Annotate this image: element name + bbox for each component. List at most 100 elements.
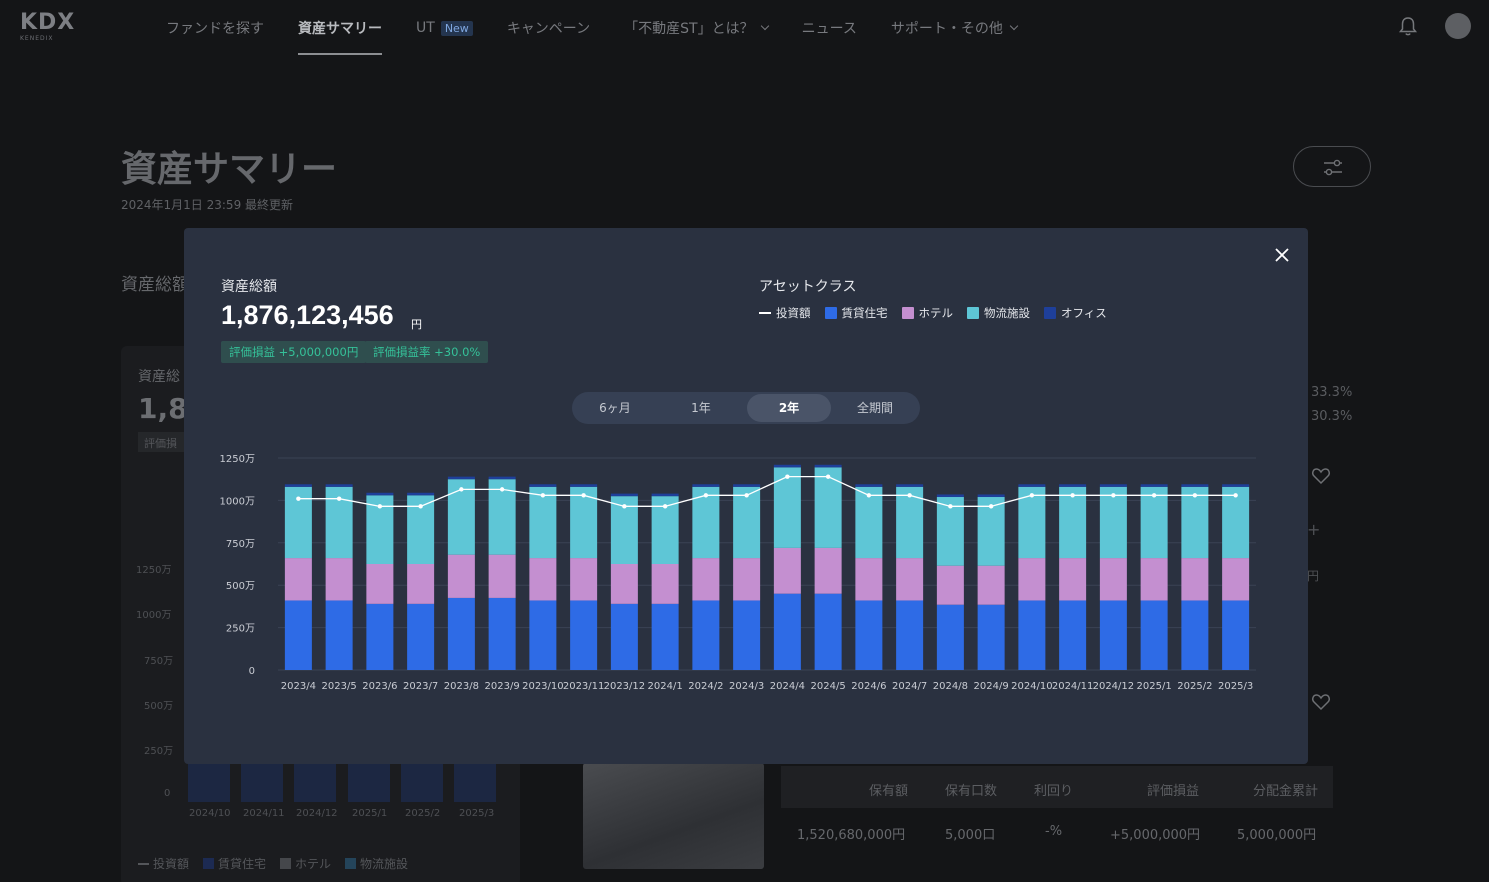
bar-segment <box>1181 600 1209 670</box>
bar-segment <box>284 600 312 670</box>
nav-about-st[interactable]: 「不動産ST」とは？ <box>624 0 769 56</box>
bar-segment <box>1222 486 1250 559</box>
bar-segment <box>855 600 883 670</box>
asset-stacked-bar-chart: 0 250万 500万 750万 1000万 1250万 2023/4 2023/5 2023/… <box>220 454 1256 692</box>
bar-segment <box>977 565 1005 605</box>
bar-segment <box>733 484 761 487</box>
property-photo[interactable] <box>583 763 764 869</box>
bar-segment <box>407 564 435 604</box>
investment-point <box>662 504 668 509</box>
heart-icon[interactable] <box>1311 692 1331 712</box>
x-tick-label: 2024/12 <box>1093 681 1135 692</box>
bar-segment <box>529 486 557 559</box>
bg-x-label: 2024/11 <box>243 808 285 819</box>
main-nav: ファンドを探す 資産サマリー UT New キャンペーン 「不動産ST」とは？ ニ… <box>166 0 1051 56</box>
bell-icon[interactable] <box>1397 15 1419 37</box>
nav-asset-summary[interactable]: 資産サマリー <box>298 0 382 56</box>
bar-segment <box>284 558 312 601</box>
last-updated: 2024年1月1日 23:59 最終更新 <box>121 198 294 212</box>
investment-point <box>948 504 953 509</box>
x-tick-label: 2024/4 <box>770 681 805 692</box>
chevron-down-icon <box>760 21 769 31</box>
x-tick-label: 2024/1 <box>648 681 683 692</box>
bar-segment <box>773 547 801 594</box>
avatar[interactable] <box>1445 13 1471 39</box>
bar-segment <box>1018 484 1046 487</box>
investment-point <box>581 493 586 498</box>
investment-point <box>459 487 464 492</box>
table-header: 保有口数 <box>945 784 998 799</box>
bar-segment <box>977 604 1005 670</box>
investment-point <box>907 493 912 498</box>
bg-percent: 33.3% <box>1311 385 1353 400</box>
nav-ut[interactable]: UT New <box>416 0 473 56</box>
bg-legend-item: ホテル <box>280 855 331 872</box>
filter-button[interactable] <box>1293 146 1371 187</box>
bar-segment <box>1099 486 1127 559</box>
investment-point <box>296 496 301 501</box>
x-tick-label: 2023/9 <box>485 681 520 692</box>
investment-point <box>377 504 383 509</box>
nav-campaign[interactable]: キャンペーン <box>507 0 590 56</box>
bar-segment <box>570 484 598 487</box>
bg-y-tick: 250万 <box>144 746 174 757</box>
x-tick-label: 2023/4 <box>281 681 316 692</box>
y-tick-label: 250万 <box>226 624 255 635</box>
bar-segment <box>1099 558 1127 601</box>
bg-bar <box>294 764 336 802</box>
heart-icon[interactable] <box>1311 466 1331 486</box>
bar-segment <box>692 600 720 670</box>
bg-legend-item: 賃貸住宅 <box>203 855 266 872</box>
investment-point <box>825 474 831 479</box>
investment-point <box>703 493 709 498</box>
bg-legend: 投資額 賃貸住宅 ホテル 物流施設 <box>138 855 408 872</box>
bg-bar <box>454 764 496 802</box>
x-tick-label: 2023/10 <box>522 681 564 692</box>
chevron-down-icon <box>1009 21 1019 31</box>
bg-x-label: 2024/12 <box>296 808 338 819</box>
investment-point <box>744 493 749 498</box>
bar-segment <box>1140 486 1168 559</box>
bar-segment <box>610 564 638 604</box>
bar-segment <box>692 484 720 487</box>
bar-segment <box>977 494 1005 498</box>
bar-segment <box>733 600 761 670</box>
bar-segment <box>1222 484 1250 487</box>
bg-y-tick: 0 <box>164 788 171 799</box>
bar-segment <box>1222 600 1250 670</box>
site-header: KDX KENEDIX ファンドを探す 資産サマリー UT New キャンペーン … <box>0 0 1489 56</box>
investment-line <box>298 476 1236 507</box>
sliders-icon <box>1324 159 1342 176</box>
bar-segment <box>488 597 516 670</box>
table-header: 評価損益 <box>1147 784 1200 799</box>
bar-segment <box>814 467 842 548</box>
y-tick-label: 1000万 <box>220 496 255 507</box>
bar-segment <box>1140 600 1168 670</box>
nav-find-funds[interactable]: ファンドを探す <box>166 0 264 56</box>
asset-card-label: 資産総 <box>138 369 180 385</box>
x-tick-label: 2024/10 <box>1011 681 1053 692</box>
bar-segment <box>284 484 312 487</box>
bg-x-label: 2025/2 <box>405 808 441 819</box>
bar-segment <box>814 593 842 670</box>
bg-y-tick: 500万 <box>144 701 174 712</box>
x-tick-label: 2025/3 <box>1218 681 1253 692</box>
x-tick-label: 2025/2 <box>1177 681 1212 692</box>
x-tick-label: 2023/5 <box>322 681 357 692</box>
bar-segment <box>1099 484 1127 487</box>
table-cell: +5,000,000円 <box>1110 828 1201 843</box>
investment-point <box>1111 493 1116 498</box>
x-tick-label: 2024/5 <box>811 681 846 692</box>
y-tick-label: 750万 <box>226 539 255 550</box>
bar-segment <box>447 554 475 598</box>
bar-segment <box>1181 484 1209 487</box>
nav-support[interactable]: サポート・その他 <box>891 0 1019 56</box>
bg-y-tick: 1000万 <box>136 610 172 621</box>
kdx-logo[interactable]: KDX KENEDIX <box>20 12 86 43</box>
bg-legend-item: 物流施設 <box>345 855 408 872</box>
bar-segment <box>529 558 557 601</box>
nav-news[interactable]: ニュース <box>802 0 857 56</box>
bg-x-label: 2025/1 <box>352 808 388 819</box>
bar-segment <box>325 484 353 487</box>
x-tick-label: 2024/11 <box>1052 681 1094 692</box>
